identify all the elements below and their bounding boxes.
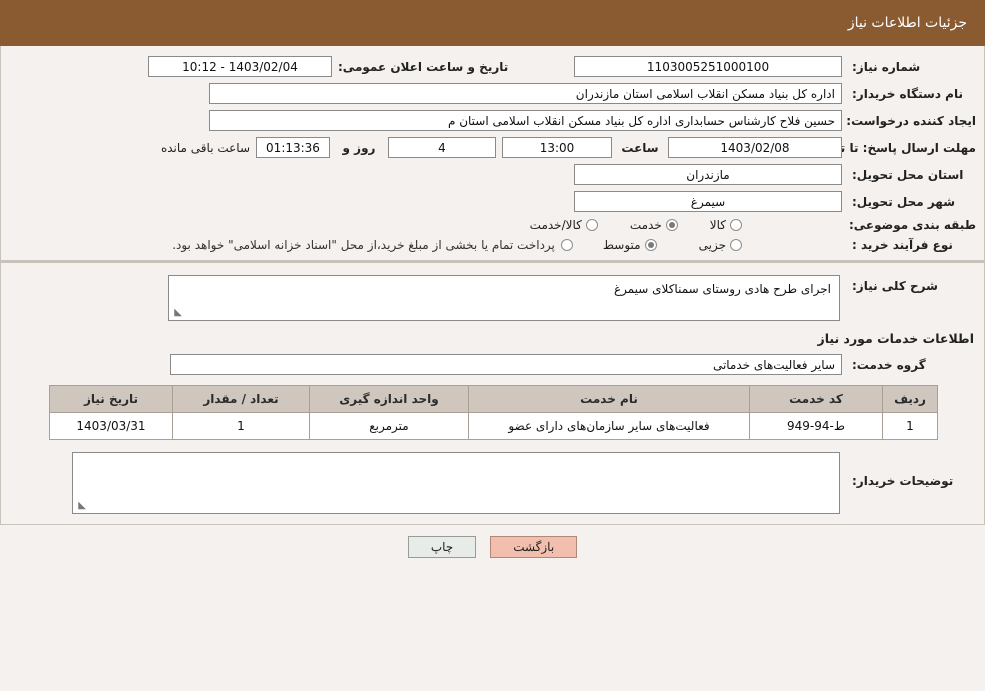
countdown-value: 01:13:36	[256, 137, 330, 158]
row-category: طبقه بندی موضوعی: کالا خدمت کالا/خدمت	[9, 218, 976, 232]
announce-datetime-value: 1403/02/04 - 10:12	[148, 56, 332, 77]
page-title-bar: جزئیات اطلاعات نیاز	[0, 0, 985, 46]
radio-icon[interactable]	[585, 219, 598, 231]
deadline-label: مهلت ارسال پاسخ: تا تاریخ:	[811, 140, 976, 155]
row-buyer-org: نام دستگاه خریدار: اداره کل بنیاد مسکن ا…	[9, 83, 976, 104]
buyer-notes-label: توضیحات خریدار:	[852, 474, 954, 488]
category-option-label-0: کالا	[709, 218, 726, 232]
category-option-kala[interactable]: کالا	[710, 218, 742, 232]
radio-icon[interactable]	[644, 239, 657, 251]
col-code: کد خدمت	[749, 385, 883, 413]
remaining-label: ساعت باقی مانده	[160, 140, 250, 155]
radio-icon[interactable]	[665, 219, 678, 231]
cell-row: 1	[882, 412, 938, 440]
need-number-label: شماره نیاز:	[852, 59, 921, 74]
buyer-org-value: اداره کل بنیاد مسکن انقلاب اسلامی استان …	[209, 83, 842, 104]
summary-label: شرح کلی نیاز:	[852, 279, 938, 293]
province-value: مازندران	[574, 164, 842, 185]
table-row: 1 ط-94-949 فعالیت‌های سایر سازمان‌های دا…	[49, 412, 938, 440]
service-group-label: گروه خدمت:	[852, 357, 926, 372]
process-label: نوع فرآیند خرید :	[852, 238, 953, 252]
remaining-days-value: 4	[388, 137, 496, 158]
cell-date: 1403/03/31	[49, 412, 173, 440]
requester-text: حسین فلاح کارشناس حسابداری اداره کل بنیا…	[447, 114, 835, 128]
city-value: سیمرغ	[574, 191, 842, 212]
hour-label: ساعت	[621, 140, 659, 155]
need-number-value: 1103005251000100	[574, 56, 842, 77]
cell-unit: مترمربع	[309, 412, 469, 440]
col-unit: واحد اندازه گیری	[309, 385, 469, 413]
row-service-group: گروه خدمت: سایر فعالیت‌های خدماتی	[9, 354, 976, 375]
services-table: ردیف کد خدمت نام خدمت واحد اندازه گیری ت…	[49, 385, 938, 440]
requester-label: ایجاد کننده درخواست:	[846, 113, 976, 128]
col-qty: تعداد / مقدار	[172, 385, 310, 413]
radio-icon[interactable]	[730, 219, 742, 231]
category-option-khedmat[interactable]: خدمت	[630, 218, 678, 232]
cell-code: ط-94-949	[749, 412, 883, 440]
service-group-value: سایر فعالیت‌های خدماتی	[170, 354, 842, 375]
buyer-org-label: نام دستگاه خریدار:	[852, 86, 963, 101]
row-deadline: مهلت ارسال پاسخ: تا تاریخ: 1403/02/08 سا…	[9, 137, 976, 158]
footer-actions: بازگشت چاپ	[0, 525, 985, 558]
row-process-type: نوع فرآیند خرید : جزیی متوسط پرداخت تمام…	[9, 238, 976, 252]
table-header-row: ردیف کد خدمت نام خدمت واحد اندازه گیری ت…	[49, 385, 938, 413]
cell-name: فعالیت‌های سایر سازمان‌های دارای عضو	[468, 412, 750, 440]
process-option-motevaset[interactable]: متوسط	[603, 238, 657, 252]
need-details-panel: شرح کلی نیاز: اجرای طرح هادی روستای سمنا…	[0, 261, 985, 525]
row-requester: ایجاد کننده درخواست: حسین فلاح کارشناس ح…	[9, 110, 976, 131]
services-info-title: اطلاعات خدمات مورد نیاز	[817, 331, 975, 346]
process-option-jozii[interactable]: جزیی	[699, 238, 742, 252]
city-label: شهر محل تحویل:	[852, 194, 956, 209]
process-note-radio-icon[interactable]	[560, 239, 573, 251]
row-city: شهر محل تحویل: سیمرغ	[9, 191, 976, 212]
need-summary-panel: شماره نیاز: 1103005251000100 تاریخ و ساع…	[0, 46, 985, 261]
category-option-kala-khedmat[interactable]: کالا/خدمت	[530, 218, 598, 232]
radio-icon[interactable]	[730, 239, 742, 251]
col-name: نام خدمت	[468, 385, 750, 413]
page-title: جزئیات اطلاعات نیاز	[847, 15, 967, 31]
summary-value-box[interactable]: اجرای طرح هادی روستای سمناکلای سیمرغ ◣	[168, 275, 840, 321]
row-province: استان محل تحویل: مازندران	[9, 164, 976, 185]
buyer-notes-box[interactable]: ◣	[72, 452, 840, 514]
process-option-label-0: جزیی	[698, 238, 726, 252]
days-label: روز و	[342, 140, 376, 155]
requester-value: حسین فلاح کارشناس حسابداری اداره کل بنیا…	[209, 110, 842, 131]
print-button[interactable]: چاپ	[407, 536, 477, 558]
announce-datetime-label: تاریخ و ساعت اعلان عمومی:	[338, 59, 509, 74]
process-option-label-1: متوسط	[602, 238, 641, 252]
col-date: تاریخ نیاز	[49, 385, 173, 413]
category-label: طبقه بندی موضوعی:	[848, 218, 976, 232]
resize-grip-icon[interactable]: ◣	[76, 501, 86, 511]
process-note: پرداخت تمام یا بخشی از مبلغ خرید،از محل …	[172, 238, 555, 252]
deadline-date-value: 1403/02/08	[668, 137, 842, 158]
cell-qty: 1	[172, 412, 310, 440]
resize-grip-icon[interactable]: ◣	[172, 308, 182, 318]
category-option-label-2: کالا/خدمت	[529, 218, 582, 232]
row-need-number: شماره نیاز: 1103005251000100 تاریخ و ساع…	[9, 56, 976, 77]
col-row: ردیف	[882, 385, 938, 413]
province-label: استان محل تحویل:	[852, 167, 964, 182]
deadline-time-value: 13:00	[502, 137, 612, 158]
category-option-label-1: خدمت	[629, 218, 662, 232]
summary-value: اجرای طرح هادی روستای سمناکلای سیمرغ	[613, 282, 831, 296]
back-button[interactable]: بازگشت	[490, 536, 578, 558]
